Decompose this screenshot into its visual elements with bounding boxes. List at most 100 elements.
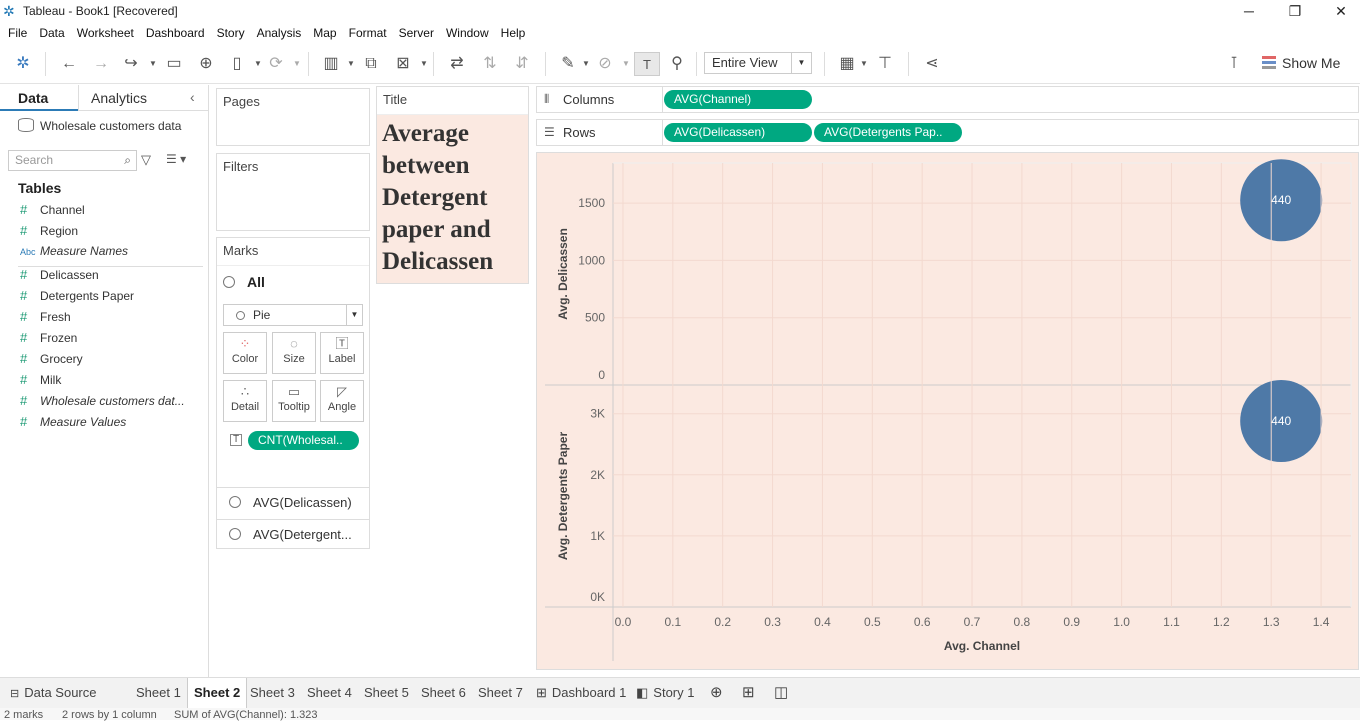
- swap-rows-columns-icon[interactable]: ⇄: [444, 52, 470, 76]
- maximize-button[interactable]: ❐: [1272, 0, 1318, 24]
- database-icon: [18, 118, 34, 132]
- size-button[interactable]: ◌ Size: [272, 332, 316, 374]
- clear-dropdown[interactable]: ▼: [420, 52, 428, 76]
- pause-updates-icon[interactable]: ▯: [224, 52, 250, 76]
- toolbar-separator: [45, 52, 46, 76]
- tableau-home-icon[interactable]: ✲: [10, 52, 36, 76]
- close-button[interactable]: ✕: [1318, 0, 1360, 24]
- search-input[interactable]: Search ⌕: [8, 150, 137, 171]
- marks-row-detergents[interactable]: AVG(Detergent...: [217, 519, 369, 549]
- field-grocery[interactable]: # Grocery: [20, 351, 83, 372]
- menu-format[interactable]: Format: [343, 24, 393, 42]
- menu-worksheet[interactable]: Worksheet: [71, 24, 140, 42]
- field-measure-names[interactable]: Abc Measure Names: [20, 244, 128, 265]
- group-members-icon[interactable]: ⊘: [592, 52, 618, 76]
- presentation-mode-icon[interactable]: ⊤: [872, 52, 898, 76]
- tab-dashboard-1[interactable]: ⊞ Dashboard 1: [530, 678, 632, 709]
- tab-sheet-2[interactable]: Sheet 2: [187, 678, 248, 709]
- collapse-pane-icon[interactable]: ‹: [190, 89, 195, 105]
- filters-card[interactable]: Filters: [216, 153, 370, 231]
- refresh-icon[interactable]: ⟳: [263, 52, 289, 76]
- mark-type-select[interactable]: Pie ▼: [223, 304, 363, 326]
- field-detergents-paper[interactable]: # Detergents Paper: [20, 288, 134, 309]
- marks-all-tab[interactable]: All: [223, 274, 265, 290]
- detail-button[interactable]: ∴ Detail: [223, 380, 267, 422]
- menu-story[interactable]: Story: [211, 24, 251, 42]
- menu-help[interactable]: Help: [495, 24, 532, 42]
- highlight-icon[interactable]: ✎: [555, 52, 581, 76]
- field-milk[interactable]: # Milk: [20, 372, 61, 393]
- menu-server[interactable]: Server: [393, 24, 440, 42]
- fit-mode-select[interactable]: Entire View ▼: [704, 52, 812, 74]
- clear-sheet-icon[interactable]: ⊠: [390, 52, 416, 76]
- label-button[interactable]: 🅃 Label: [320, 332, 364, 374]
- menu-data[interactable]: Data: [33, 24, 70, 42]
- pause-dropdown[interactable]: ▼: [254, 52, 262, 76]
- menu-analysis[interactable]: Analysis: [251, 24, 308, 42]
- sort-ascending-icon[interactable]: ⇅: [477, 52, 503, 76]
- save-icon[interactable]: ▭: [161, 52, 187, 76]
- new-worksheet-icon[interactable]: ▥: [318, 52, 344, 76]
- angle-button[interactable]: ◸ Angle: [320, 380, 364, 422]
- tab-sheet-5[interactable]: Sheet 5: [358, 678, 415, 709]
- refresh-dropdown[interactable]: ▼: [293, 52, 301, 76]
- tab-sheet-7[interactable]: Sheet 7: [472, 678, 529, 709]
- field-fresh[interactable]: # Fresh: [20, 309, 71, 330]
- new-dashboard-tab-icon[interactable]: ⊞: [736, 678, 761, 709]
- duplicate-sheet-icon[interactable]: ⧉: [358, 52, 384, 76]
- filter-icon[interactable]: ▽: [141, 152, 151, 168]
- new-story-tab-icon[interactable]: ◫: [768, 678, 794, 709]
- field-channel[interactable]: # Channel: [20, 202, 85, 223]
- pages-card[interactable]: Pages: [216, 88, 370, 146]
- fix-axes-icon[interactable]: ⚲: [664, 52, 690, 76]
- menu-map[interactable]: Map: [307, 24, 342, 42]
- format-painter-icon[interactable]: ⊺: [1221, 52, 1247, 76]
- field-measure-values[interactable]: # Measure Values: [20, 414, 126, 435]
- field-region[interactable]: # Region: [20, 223, 78, 244]
- undo-icon[interactable]: ←: [56, 52, 82, 76]
- view-options-icon[interactable]: ☰ ▾: [166, 152, 186, 166]
- tab-sheet-4[interactable]: Sheet 4: [301, 678, 358, 709]
- columns-pill[interactable]: AVG(Channel): [664, 90, 812, 109]
- columns-shelf[interactable]: ⦀ Columns AVG(Channel): [536, 86, 1359, 113]
- field-wholesale-customers-dat[interactable]: # Wholesale customers dat...: [20, 393, 185, 414]
- title-card[interactable]: Title Average between Detergent paper an…: [376, 86, 529, 284]
- new-worksheet-tab-icon[interactable]: ⊕: [704, 678, 729, 709]
- replay-icon[interactable]: ↪: [118, 52, 144, 76]
- highlight-dropdown[interactable]: ▼: [582, 52, 590, 76]
- replay-dropdown[interactable]: ▼: [149, 52, 157, 76]
- field-frozen[interactable]: # Frozen: [20, 330, 77, 351]
- tab-data[interactable]: Data: [0, 85, 78, 111]
- viz-area[interactable]: 0 500 1000 1500 Avg. Delicassen 440 0K 1K 2K 3K Av…: [536, 152, 1359, 670]
- tooltip-button[interactable]: ▭ Tooltip: [272, 380, 316, 422]
- new-datasource-icon[interactable]: ⊕: [193, 52, 219, 76]
- tab-sheet-1[interactable]: Sheet 1: [130, 678, 187, 709]
- datasource-item[interactable]: Wholesale customers data: [18, 118, 181, 133]
- tab-data-source[interactable]: ⊟ Data Source: [4, 678, 102, 709]
- label-pill[interactable]: CNT(Wholesal..: [248, 431, 359, 450]
- rows-pill-delicassen[interactable]: AVG(Delicassen): [664, 123, 812, 142]
- redo-icon[interactable]: →: [88, 52, 114, 76]
- tab-sheet-3[interactable]: Sheet 3: [244, 678, 301, 709]
- show-cards-dropdown[interactable]: ▼: [860, 52, 868, 76]
- tab-sheet-6[interactable]: Sheet 6: [415, 678, 472, 709]
- sort-descending-icon[interactable]: ⇵: [509, 52, 535, 76]
- rows-shelf[interactable]: ☰ Rows AVG(Delicassen) AVG(Detergents Pap…: [536, 119, 1359, 146]
- tab-story-1[interactable]: ◧ Story 1: [630, 678, 700, 709]
- marks-row-delicassen[interactable]: AVG(Delicassen): [217, 487, 369, 517]
- group-dropdown[interactable]: ▼: [622, 52, 630, 76]
- show-mark-labels-icon[interactable]: T: [634, 52, 660, 76]
- x-tick-label: 0.9: [1063, 615, 1080, 629]
- menu-window[interactable]: Window: [440, 24, 495, 42]
- new-worksheet-dropdown[interactable]: ▼: [347, 52, 355, 76]
- color-button[interactable]: ⁘ Color: [223, 332, 267, 374]
- rows-pill-detergents[interactable]: AVG(Detergents Pap..: [814, 123, 962, 142]
- size-label: Size: [283, 353, 305, 365]
- menu-dashboard[interactable]: Dashboard: [140, 24, 211, 42]
- field-delicassen[interactable]: # Delicassen: [20, 267, 99, 288]
- show-cards-icon[interactable]: ▦: [834, 52, 860, 76]
- minimize-button[interactable]: ─: [1226, 0, 1272, 24]
- menu-file[interactable]: File: [2, 24, 33, 42]
- show-me-button[interactable]: Show Me: [1262, 52, 1340, 74]
- share-icon[interactable]: ⋖: [919, 52, 945, 76]
